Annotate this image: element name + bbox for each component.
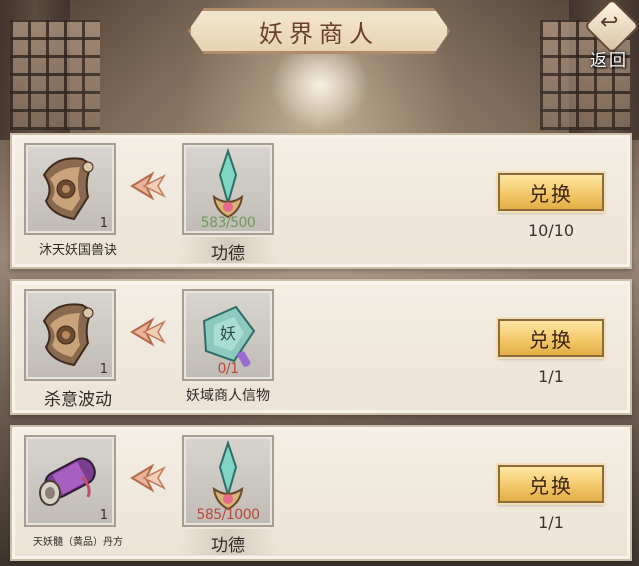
- reward-slot[interactable]: 1: [24, 143, 116, 235]
- cost-name: 功德: [211, 244, 245, 264]
- reward-name: 天妖髓（黄品）丹方: [33, 537, 123, 548]
- cost-name: 功德: [211, 536, 245, 556]
- return-label: 返回: [590, 51, 628, 71]
- arrow-left-icon: [130, 171, 166, 201]
- exchange-row-2: 1 杀意波动 妖 0/1 妖域商人信物 兑换 1/1: [10, 279, 632, 415]
- cost-progress: 0/1: [217, 361, 239, 377]
- exchange-row-1: 1 沐天妖国兽诀 583/500 功德 兑换 10/10: [10, 133, 632, 269]
- svg-text:妖: 妖: [220, 324, 236, 343]
- arrow-left-icon: [130, 463, 166, 493]
- reward-count: 1: [99, 362, 108, 377]
- exchange-button[interactable]: 兑换: [498, 465, 604, 503]
- exchange-button[interactable]: 兑换: [498, 319, 604, 357]
- exchange-row-3: 1 天妖髓（黄品）丹方 585/1000 功德 兑换 1/1: [10, 425, 632, 561]
- page-title: 妖界商人: [259, 19, 379, 48]
- title-banner: 妖界商人: [188, 8, 450, 54]
- reward-name: 沐天妖国兽诀: [38, 243, 117, 258]
- arrow-left-icon: [130, 317, 166, 347]
- cost-progress: 583/500: [200, 215, 256, 231]
- exchange-limit: 10/10: [527, 221, 575, 240]
- cost-slot[interactable]: 583/500: [182, 143, 274, 235]
- return-button[interactable]: ↩ 返回: [583, 0, 639, 71]
- back-arrow-icon: ↩: [600, 10, 619, 35]
- cost-progress: 585/1000: [196, 507, 260, 523]
- exchange-limit: 1/1: [538, 367, 564, 386]
- reward-slot[interactable]: 1: [24, 435, 116, 527]
- lattice-window-left: [10, 20, 100, 130]
- cost-name: 妖域商人信物: [186, 388, 270, 404]
- exchange-limit: 1/1: [538, 513, 564, 532]
- reward-count: 1: [99, 216, 108, 231]
- cost-slot[interactable]: 妖 0/1: [182, 289, 274, 381]
- reward-slot[interactable]: 1: [24, 289, 116, 381]
- reward-name: 杀意波动: [44, 390, 112, 410]
- reward-count: 1: [99, 508, 108, 523]
- cost-slot[interactable]: 585/1000: [182, 435, 274, 527]
- exchange-button[interactable]: 兑换: [498, 173, 604, 211]
